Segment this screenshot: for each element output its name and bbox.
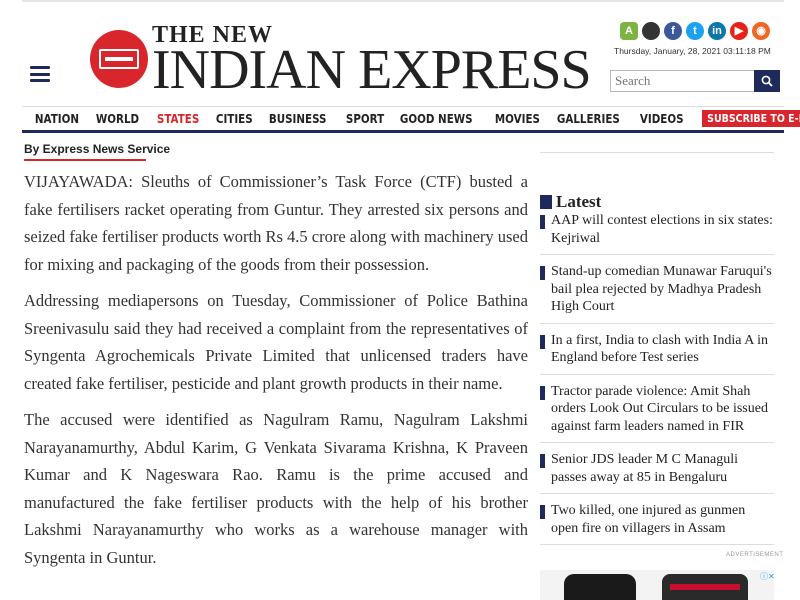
nav-item-movies[interactable]: MOVIES <box>488 112 547 126</box>
current-datetime: Thursday, January, 28, 2021 03:11:18 PM <box>614 46 771 56</box>
nav-item-good-news[interactable]: GOOD NEWS <box>393 112 479 126</box>
nav-item-nation[interactable]: NATION <box>28 112 86 126</box>
nav-item-world[interactable]: WORLD <box>89 112 146 126</box>
article-byline[interactable]: By Express News Service <box>24 142 170 156</box>
article-paragraph: The accused were identified as Nagulram … <box>24 410 528 567</box>
article-body: VIJAYAWADA: Sleuths of Commissioner’s Ta… <box>24 168 528 580</box>
search-button[interactable] <box>754 70 780 92</box>
article-paragraph: Addressing mediapersons on Tuesday, Comm… <box>24 291 528 393</box>
advertisement-banner[interactable]: ⓘ✕ <box>540 570 774 600</box>
top-divider <box>22 0 784 2</box>
facebook-icon[interactable]: f <box>664 22 682 40</box>
article-paragraph: VIJAYAWADA: Sleuths of Commissioner’s Ta… <box>24 172 529 274</box>
nav-item-business[interactable]: BUSINESS <box>262 112 333 126</box>
latest-news-item[interactable]: Senior JDS leader M C Managuli passes aw… <box>540 450 774 494</box>
latest-marker-icon <box>540 195 552 209</box>
apple-icon[interactable] <box>642 22 660 40</box>
logo-line2: INDIAN EXPRESS <box>152 39 592 101</box>
latest-news-item[interactable]: Two killed, one injured as gunmen open f… <box>540 501 774 545</box>
main-nav: NATION WORLD STATES CITIES BUSINESS SPOR… <box>22 106 800 133</box>
linkedin-icon[interactable]: in <box>708 22 726 40</box>
latest-heading: Latest <box>540 192 601 212</box>
search-icon <box>761 75 773 87</box>
nav-item-galleries[interactable]: GALLERIES <box>550 112 627 126</box>
search-input[interactable] <box>610 70 754 92</box>
search-box <box>610 70 780 92</box>
latest-news-link[interactable]: Stand-up comedian Munawar Faruqui's bail… <box>551 263 774 316</box>
nav-item-cities[interactable]: CITIES <box>209 112 260 126</box>
social-icons: A f t in ▶ ◉ <box>620 22 770 42</box>
latest-title: Latest <box>556 192 602 211</box>
latest-news-link[interactable]: Senior JDS leader M C Managuli passes aw… <box>551 451 774 486</box>
subscribe-epaper-button[interactable]: SUBSCRIBE TO E-PAPER <box>702 110 800 127</box>
latest-news-item[interactable]: AAP will contest elections in six states… <box>540 211 774 255</box>
latest-news-link[interactable]: In a first, India to clash with India A … <box>551 332 774 367</box>
latest-news-item[interactable]: In a first, India to clash with India A … <box>540 331 774 375</box>
advertisement-label: ADVERTISEMENT <box>726 552 784 558</box>
ad-product-image <box>662 574 748 600</box>
nav-item-videos[interactable]: VIDEOS <box>633 112 690 126</box>
sidebar-divider <box>540 152 774 153</box>
nav-item-sport[interactable]: SPORT <box>339 112 391 126</box>
latest-news-item[interactable]: Stand-up comedian Munawar Faruqui's bail… <box>540 262 774 324</box>
nav-item-states[interactable]: STATES <box>150 112 206 126</box>
ad-product-image <box>564 574 636 600</box>
site-logo[interactable]: THE NEW INDIAN EXPRESS <box>90 22 592 102</box>
rss-icon[interactable]: ◉ <box>752 22 770 40</box>
latest-news-list: AAP will contest elections in six states… <box>540 211 774 552</box>
hamburger-menu-icon[interactable] <box>30 66 50 82</box>
latest-news-link[interactable]: Tractor parade violence: Amit Shah order… <box>551 383 774 436</box>
logo-emblem-icon <box>90 30 148 88</box>
twitter-icon[interactable]: t <box>686 22 704 40</box>
latest-news-link[interactable]: Two killed, one injured as gunmen open f… <box>551 502 774 537</box>
byline-underline <box>24 159 146 161</box>
latest-news-link[interactable]: AAP will contest elections in six states… <box>551 212 774 247</box>
latest-news-item[interactable]: Tractor parade violence: Amit Shah order… <box>540 382 774 443</box>
youtube-icon[interactable]: ▶ <box>730 22 748 40</box>
ad-close-icon[interactable]: ⓘ✕ <box>760 572 774 582</box>
android-icon[interactable]: A <box>620 22 638 40</box>
